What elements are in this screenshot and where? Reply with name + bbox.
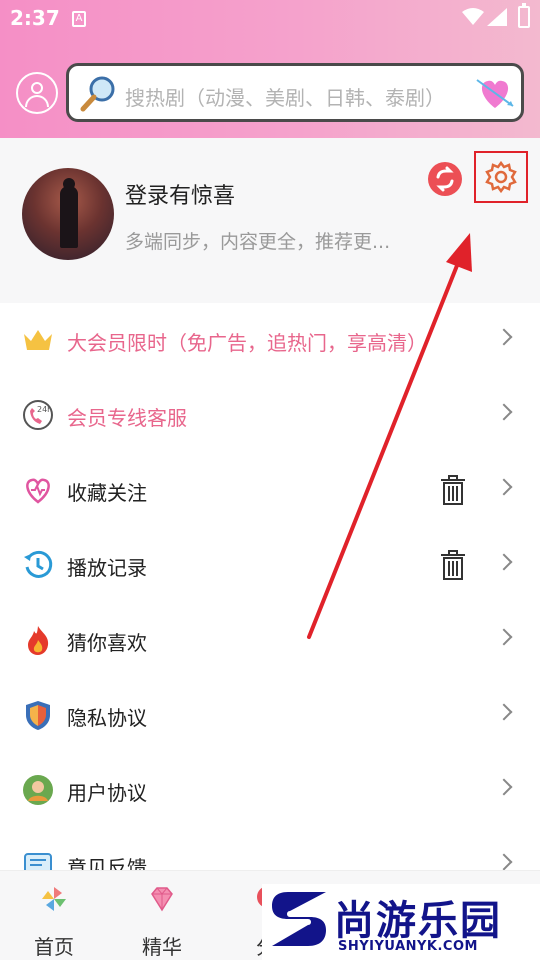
chevron-right-icon [495, 628, 513, 646]
trash-icon[interactable] [440, 475, 466, 505]
search-bar[interactable]: 搜热剧（动漫、美剧、日韩、泰剧） [66, 63, 524, 122]
watermark-title: 尚游乐园 [334, 898, 502, 944]
settings-button[interactable] [474, 151, 528, 203]
photo-figure [60, 178, 78, 248]
battery-icon [518, 3, 530, 28]
list-item-recommend[interactable]: 猜你喜欢 [0, 603, 540, 678]
notification-a-icon: A [72, 11, 86, 27]
watermark-s-logo-icon [272, 892, 326, 946]
user-avatar-button[interactable] [16, 72, 58, 114]
chevron-right-icon [495, 703, 513, 721]
tab-featured-label: 精华 [142, 935, 182, 959]
wifi-icon [462, 8, 484, 25]
crown-icon [24, 330, 52, 350]
status-time: 2:37 [10, 6, 60, 30]
svg-text:24h: 24h [37, 405, 52, 414]
profile-photo[interactable] [22, 168, 114, 260]
search-placeholder: 搜热剧（动漫、美剧、日韩、泰剧） [125, 86, 445, 110]
profile-card[interactable]: 登录有惊喜 多端同步，内容更全，推荐更... [0, 138, 540, 303]
site-watermark: 尚游乐园 SHYIYUANYK.COM [262, 884, 540, 960]
sync-arrows-icon [436, 166, 454, 192]
trash-icon[interactable] [440, 550, 466, 580]
sync-switch-icon[interactable] [428, 162, 462, 196]
list-item-privacy[interactable]: 隐私协议 [0, 678, 540, 753]
chevron-right-icon [495, 478, 513, 496]
chevron-right-icon [495, 553, 513, 571]
menu-label-terms: 用户协议 [67, 781, 147, 805]
tab-home-label: 首页 [34, 935, 74, 959]
chevron-right-icon [495, 403, 513, 421]
top-header: 2:37 A 搜热剧（动漫、美剧、日韩、泰剧） [0, 0, 540, 138]
chevron-right-icon [495, 328, 513, 346]
history-clock-icon [24, 550, 53, 578]
user-badge-icon [23, 775, 53, 805]
24h-service-icon: 24h [23, 400, 53, 430]
avatar-body-shape [25, 95, 49, 107]
status-bar: 2:37 A [0, 0, 540, 38]
chevron-right-icon [495, 853, 513, 871]
profile-description: 多端同步，内容更全，推荐更... [125, 231, 391, 253]
shield-icon [26, 701, 50, 730]
menu-label-service: 会员专线客服 [67, 406, 187, 430]
heart-outline-icon [26, 478, 50, 504]
menu-label-history: 播放记录 [67, 556, 147, 580]
diamond-icon [151, 887, 173, 912]
list-item-service[interactable]: 24h 会员专线客服 [0, 378, 540, 453]
menu-label-favorites: 收藏关注 [67, 481, 147, 505]
list-item-vip[interactable]: 大会员限时（免广告，追热门，享高清） [0, 303, 540, 378]
pinwheel-icon [42, 887, 66, 911]
gear-icon [485, 160, 517, 194]
profile-name[interactable]: 登录有惊喜 [125, 178, 235, 210]
menu-label-vip: 大会员限时（免广告，追热门，享高清） [67, 331, 427, 355]
menu-label-privacy: 隐私协议 [67, 706, 147, 730]
avatar-head-shape [31, 82, 43, 94]
tab-home[interactable]: 首页 [14, 881, 94, 959]
menu-label-recommend: 猜你喜欢 [67, 631, 147, 655]
watermark-subtitle: SHYIYUANYK.COM [338, 939, 478, 954]
chevron-right-icon [495, 778, 513, 796]
tab-featured[interactable]: 精华 [122, 881, 202, 959]
heart-arrow-icon[interactable] [475, 74, 515, 112]
list-item-terms[interactable]: 用户协议 [0, 753, 540, 828]
flame-icon [28, 626, 49, 655]
list-item-favorites[interactable]: 收藏关注 [0, 453, 540, 528]
magnifier-icon [80, 76, 115, 112]
list-item-history[interactable]: 播放记录 [0, 528, 540, 603]
signal-icon [487, 8, 507, 26]
